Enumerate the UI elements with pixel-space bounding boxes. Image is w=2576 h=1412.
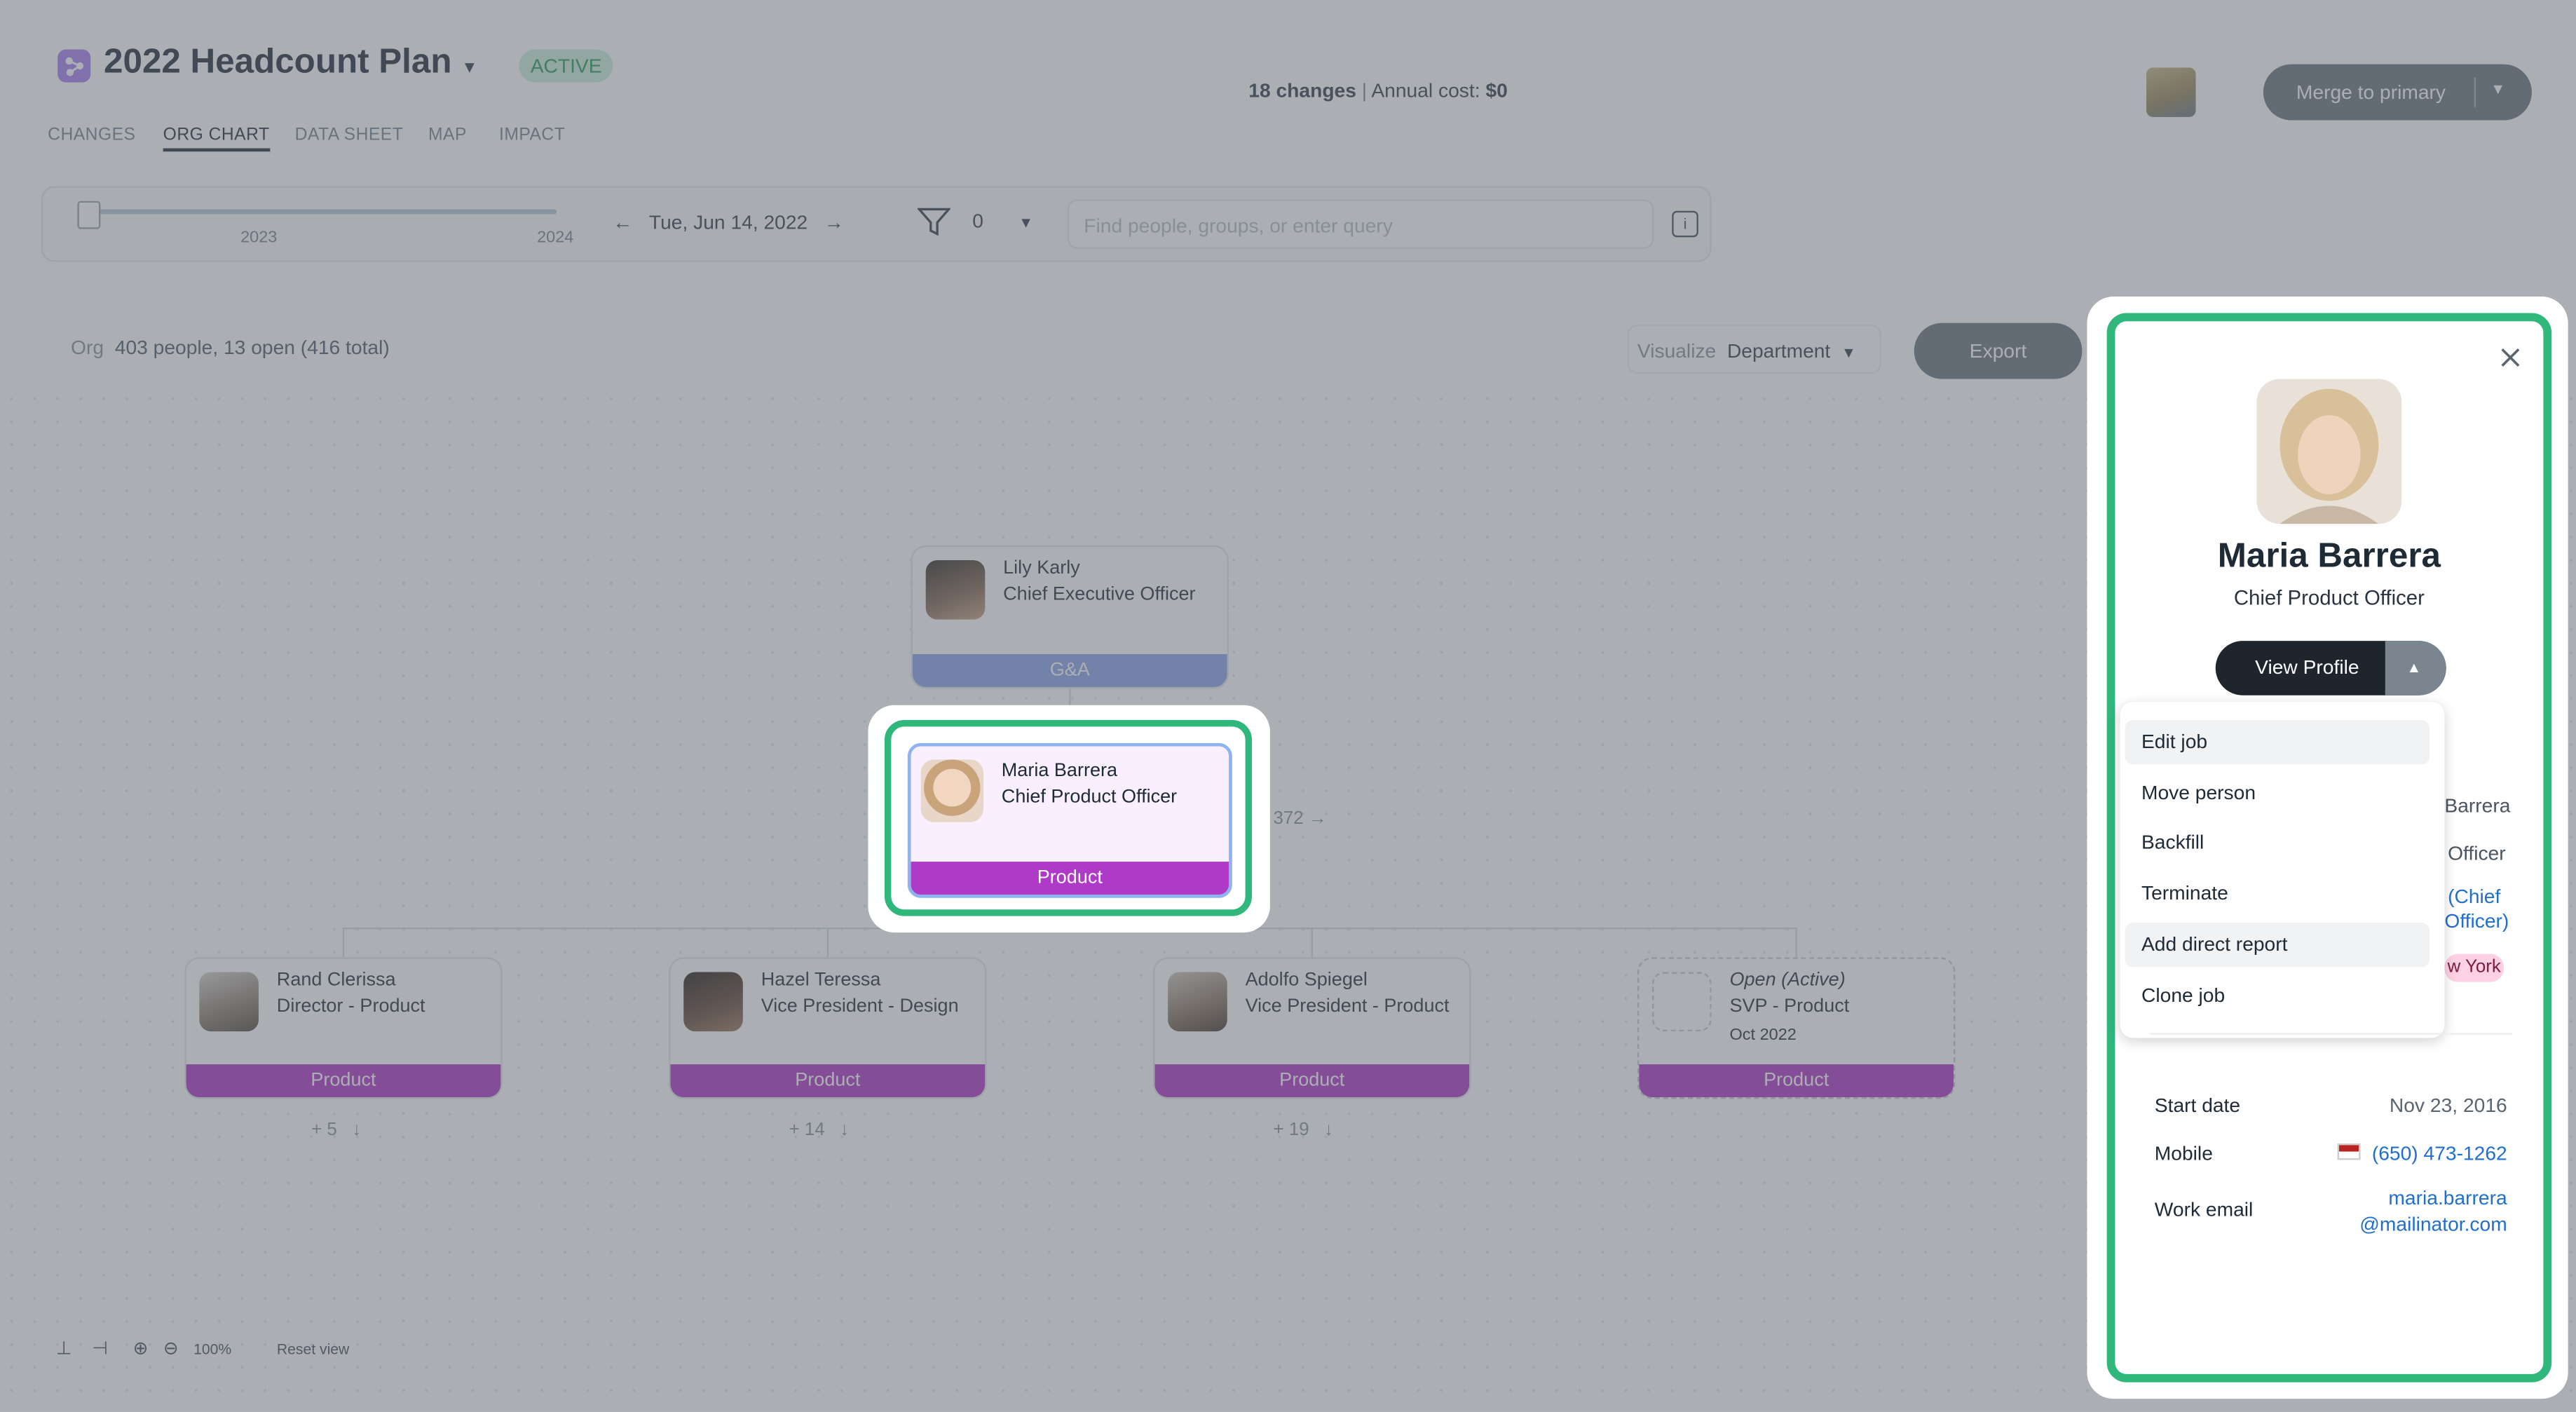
card-name: Maria Barrera [1001,761,1118,781]
peek-text: Barrera [2444,794,2511,817]
menu-item-clone-job[interactable]: Clone job [2125,974,2430,1018]
menu-item-backfill[interactable]: Backfill [2125,820,2430,864]
divider [2149,1033,2512,1035]
start-date-label: Start date [2154,1094,2241,1118]
card-title: Chief Product Officer [1001,787,1178,808]
view-profile-menu-toggle[interactable]: ▲ [2385,641,2446,695]
view-profile-label: View Profile [2255,656,2359,679]
profile-actions-menu: Edit job Move person Backfill Terminate … [2120,702,2445,1038]
menu-item-terminate[interactable]: Terminate [2125,871,2430,916]
work-email-link[interactable]: maria.barrera @mailinator.com [2359,1186,2507,1236]
work-email-label: Work email [2154,1197,2254,1221]
location-badge: w York [2444,953,2504,982]
work-email-line2: @mailinator.com [2359,1212,2507,1236]
profile-name: Maria Barrera [2217,537,2441,576]
avatar [920,759,983,822]
peek-text: Officer [2448,841,2506,865]
menu-item-add-direct-report[interactable]: Add direct report [2125,923,2430,968]
org-card-selected[interactable]: Maria Barrera Chief Product Officer Prod… [907,742,1232,898]
peek-link: (Chief [2448,884,2501,908]
work-email-line1: maria.barrera [2388,1186,2507,1209]
close-icon[interactable] [2495,343,2525,372]
profile-avatar [2256,379,2402,524]
mobile-link[interactable]: (650) 473-1262 [2372,1142,2507,1165]
chevron-up-icon: ▲ [2406,658,2422,676]
profile-title: Chief Product Officer [2233,586,2425,610]
menu-item-edit-job[interactable]: Edit job [2125,719,2430,765]
menu-item-move-person[interactable]: Move person [2125,771,2430,815]
mobile-label: Mobile [2154,1141,2213,1165]
start-date-value: Nov 23, 2016 [2389,1094,2507,1118]
department-band: Product [911,862,1229,895]
peek-link: Officer) [2444,909,2509,933]
app-window: 2022 Headcount Plan ▼ ACTIVE CHANGES ORG… [0,0,2576,1412]
us-flag-icon [2337,1143,2361,1160]
